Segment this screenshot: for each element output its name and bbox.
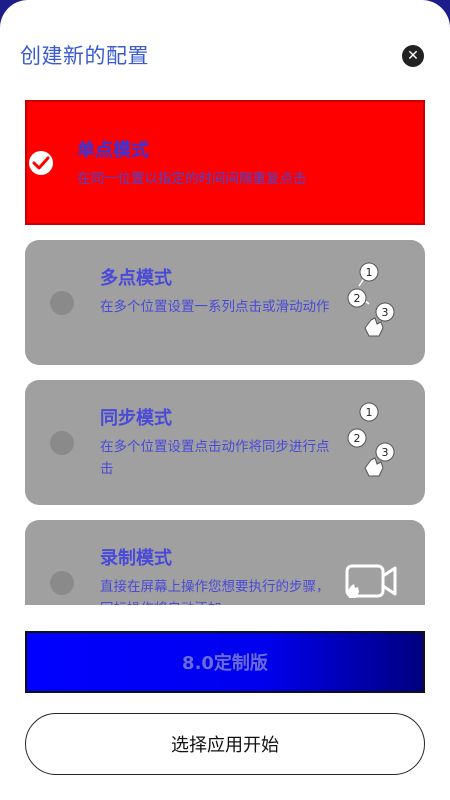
tap-step-number: 3	[382, 446, 389, 459]
radio-unchecked[interactable]	[50, 430, 74, 455]
tap-step-number: 1	[366, 406, 373, 419]
version-button[interactable]: 8.0定制版	[25, 631, 425, 693]
radio-unchecked[interactable]	[50, 290, 74, 315]
mode-description: 在多个位置设置点击动作将同步进行点击	[100, 439, 330, 477]
mode-card-single[interactable]: 单点模式 在同一位置以指定的时间间隔重复点击	[25, 100, 425, 225]
mode-card-multi[interactable]: 多点模式 在多个位置设置一系列点击或滑动动作 1 2 3	[25, 240, 425, 365]
mode-card-sync[interactable]: 同步模式 在多个位置设置点击动作将同步进行点击 1 2 3	[25, 380, 425, 505]
record-icon	[345, 564, 397, 598]
mode-description: 在多个位置设置一系列点击或滑动动作	[100, 299, 330, 315]
tap-step-number: 3	[382, 306, 389, 319]
mode-title: 多点模式	[100, 268, 172, 289]
tap-step-number: 2	[354, 432, 361, 445]
mode-title: 同步模式	[100, 408, 172, 429]
select-app-start-button[interactable]: 选择应用开始	[25, 713, 425, 775]
page-title: 创建新的配置	[20, 44, 149, 68]
mode-list[interactable]: 单点模式 在同一位置以指定的时间间隔重复点击 多点模式 在多个位置设置一系列点击…	[0, 98, 450, 605]
close-button[interactable]: ✕	[402, 45, 424, 67]
mode-description: 直接在屏幕上操作您想要执行的步骤，回标操作将自动添加	[100, 579, 330, 605]
close-icon: ✕	[407, 48, 419, 64]
mode-title: 单点模式	[77, 140, 149, 161]
mode-description: 在同一位置以指定的时间间隔重复点击	[77, 171, 307, 187]
mode-title: 录制模式	[100, 548, 172, 569]
sync-tap-icon: 1 2 3	[347, 402, 395, 477]
radio-unchecked[interactable]	[50, 570, 74, 595]
check-icon	[32, 156, 50, 169]
radio-checked[interactable]	[29, 150, 53, 175]
tap-step-number: 2	[354, 292, 361, 305]
multi-tap-icon: 1 2 3	[347, 262, 395, 337]
tap-step-number: 1	[366, 266, 373, 279]
config-sheet: 创建新的配置 ✕ 单点模式 在同一位置以指定的时间间隔重复点击 多点模式 在多个…	[0, 0, 450, 800]
mode-card-record[interactable]: 录制模式 直接在屏幕上操作您想要执行的步骤，回标操作将自动添加	[25, 520, 425, 605]
